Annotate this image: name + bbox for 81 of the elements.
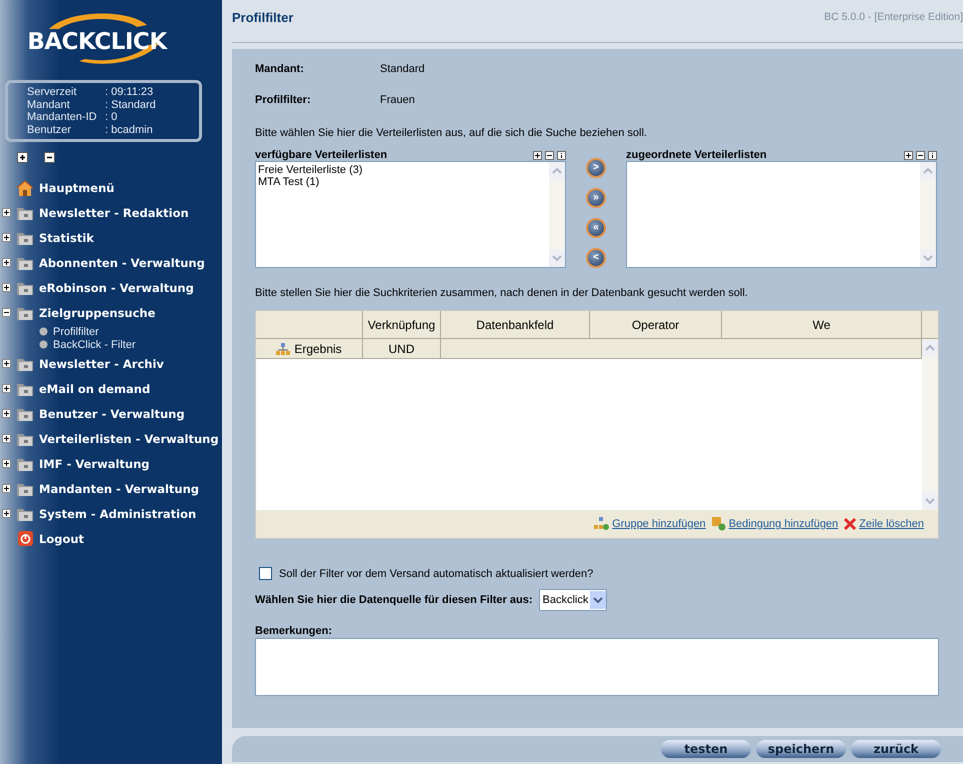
field-value: Frauen xyxy=(380,94,416,106)
info-value: : bcadmin xyxy=(105,124,154,136)
expand-icon[interactable] xyxy=(2,208,11,217)
menu-item[interactable]: Newsletter - Redaktion xyxy=(39,206,189,220)
info-value: : Standard xyxy=(105,98,157,111)
menu-item[interactable]: Zielgruppensuche xyxy=(39,306,156,320)
logo: BACKCLICK xyxy=(21,15,173,69)
info-label: Mandant xyxy=(27,98,71,111)
action-link[interactable]: Bedingung hinzufügen xyxy=(728,518,838,530)
menu-item[interactable]: eMail on demand xyxy=(39,382,150,396)
page-title: Profilfilter xyxy=(232,10,294,24)
collapse-all-icon[interactable] xyxy=(44,152,55,163)
expand-icon[interactable] xyxy=(2,283,11,292)
field-label: Profilfilter: xyxy=(255,94,312,106)
source-label: Wählen Sie hier die Datenquelle für diesen Filter aus: xyxy=(255,594,533,606)
menu-item[interactable]: IMF - Verwaltung xyxy=(39,456,150,470)
list-title: verfügbare Verteilerlisten xyxy=(255,149,388,161)
remarks-field[interactable] xyxy=(255,638,939,696)
remarks-label: Bemerkungen: xyxy=(255,625,332,637)
collapse-icon[interactable] xyxy=(2,308,11,317)
checkbox[interactable] xyxy=(259,567,272,580)
hierarchy-add-icon xyxy=(593,517,610,531)
info-value: : 0 xyxy=(105,111,118,124)
action-link[interactable]: Zeile löschen xyxy=(859,518,924,530)
menu-item[interactable]: Mandanten - Verwaltung xyxy=(39,482,200,496)
row-name: Ergebnis xyxy=(294,342,342,356)
menu-item[interactable]: Hauptmenü xyxy=(39,180,114,194)
info-value: : 09:11:23 xyxy=(105,86,154,98)
add-icon[interactable] xyxy=(533,151,542,160)
expand-icon[interactable] xyxy=(2,359,11,368)
expand-icon[interactable] xyxy=(2,509,11,518)
hierarchy-icon xyxy=(276,342,290,354)
expand-icon[interactable] xyxy=(2,409,11,418)
action-link[interactable]: Gruppe hinzufügen xyxy=(612,518,706,530)
menu-item[interactable]: Statistik xyxy=(39,230,94,244)
action-button[interactable]: zurück xyxy=(851,740,941,758)
list-title: zugeordnete Verteilerlisten xyxy=(626,149,767,161)
menu-item[interactable]: eRobinson - Verwaltung xyxy=(39,280,194,294)
source-select[interactable]: Backclick xyxy=(538,589,607,611)
expand-icon[interactable] xyxy=(2,384,11,393)
condition-add-icon xyxy=(712,517,726,531)
info-label: Benutzer xyxy=(27,124,72,136)
submenu-item[interactable]: Profilfilter xyxy=(53,326,99,338)
checkbox-label: Soll der Filter vor dem Versand automatisch aktualisiert werden? xyxy=(279,568,594,580)
menu-item[interactable]: Verteilerlisten - Verwaltung xyxy=(39,432,219,446)
menu-item[interactable]: Benutzer - Verwaltung xyxy=(39,406,185,420)
field-label: Mandant: xyxy=(255,63,305,75)
menu-item[interactable]: Newsletter - Archiv xyxy=(39,356,164,370)
list-item[interactable]: Freie Verteilerliste (3) xyxy=(258,164,547,176)
action-button[interactable]: testen xyxy=(661,740,751,758)
expand-all-icon[interactable] xyxy=(17,152,28,163)
list-item[interactable]: MTA Test (1) xyxy=(258,176,547,188)
action-button[interactable]: speichern xyxy=(756,740,846,758)
bullet-icon xyxy=(39,327,48,336)
bullet-icon xyxy=(39,340,48,349)
list-box[interactable]: Freie Verteilerliste (3) MTA Test (1) xyxy=(255,161,566,268)
instruction-text: Bitte stellen Sie hier die Suchkriterien zusammen, nach denen in der Datenbank gesucht werden soll. xyxy=(255,287,749,299)
expand-icon[interactable] xyxy=(2,459,11,468)
expand-icon[interactable] xyxy=(2,484,11,493)
delete-icon xyxy=(844,518,856,530)
instruction-text: Bitte wählen Sie hier die Verteilerlisten aus, auf die sich die Suche beziehen soll. xyxy=(255,127,648,139)
menu-item[interactable]: Logout xyxy=(39,532,84,546)
power-icon xyxy=(16,530,34,546)
version-label: BC 5.0.0 - [Enterprise Edition] xyxy=(824,11,963,23)
info-label: Serverzeit xyxy=(27,86,78,98)
add-icon[interactable] xyxy=(904,151,913,160)
expand-icon[interactable] xyxy=(2,434,11,443)
menu-item[interactable]: Abonnenten - Verwaltung xyxy=(39,256,205,270)
house-icon xyxy=(16,180,34,196)
menu-item[interactable]: System - Administration xyxy=(39,506,196,520)
field-value: Standard xyxy=(380,63,426,75)
info-label: Mandanten-ID xyxy=(27,111,98,124)
remove-icon[interactable] xyxy=(545,151,554,160)
dropdown-icon[interactable] xyxy=(590,591,606,609)
table-cell: UND xyxy=(363,339,441,359)
expand-icon[interactable] xyxy=(2,258,11,267)
info-icon[interactable] xyxy=(557,151,566,160)
info-icon[interactable] xyxy=(928,151,937,160)
submenu-item[interactable]: BackClick - Filter xyxy=(53,338,136,350)
remove-icon[interactable] xyxy=(916,151,925,160)
expand-icon[interactable] xyxy=(2,233,11,242)
